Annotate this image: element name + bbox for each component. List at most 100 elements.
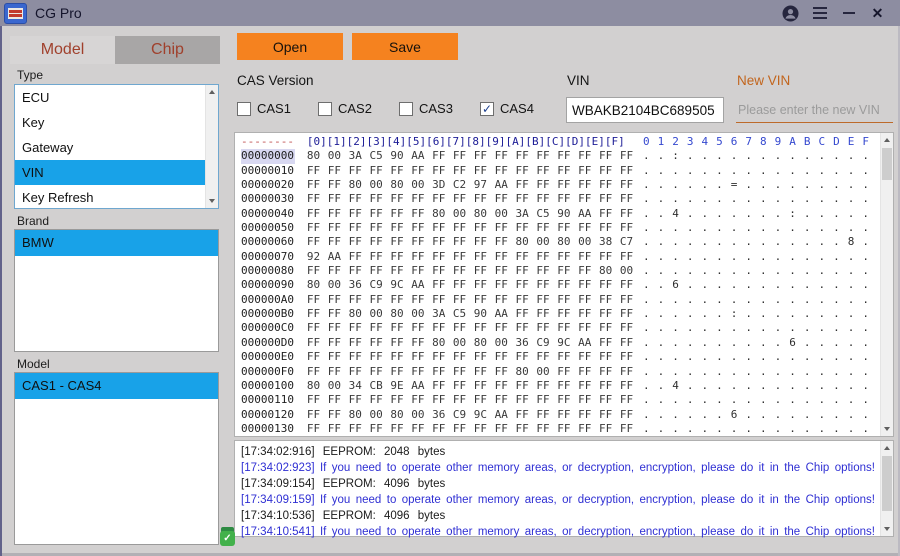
hex-bytes: FF FF FF FF FF FF FF FF FF FF FF FF FF F… <box>307 350 643 364</box>
hex-row[interactable]: 00000130 FF FF FF FF FF FF FF FF FF FF FF… <box>241 422 877 436</box>
hex-scroll-thumb[interactable] <box>882 148 892 180</box>
hex-ascii: ..:............. <box>643 149 877 163</box>
hex-address: -------- <box>241 135 295 149</box>
log-timestamp: [17:34:10:536] <box>241 510 315 522</box>
hex-ascii: ................ <box>643 164 877 178</box>
checkbox-cas3[interactable]: CAS3 <box>399 101 480 116</box>
checkbox-unchecked-icon[interactable] <box>237 102 251 116</box>
list-item-gateway[interactable]: Gateway <box>15 135 205 160</box>
hex-address: 00000130 <box>241 422 295 436</box>
hex-bytes: FF FF FF FF FF FF 80 00 80 00 36 C9 9C A… <box>307 336 643 350</box>
type-label: Type <box>17 68 43 82</box>
hex-row[interactable]: 0000009080 00 36 C9 9C AA FF FF FF FF FF… <box>241 278 877 292</box>
list-item-vin[interactable]: VIN <box>15 160 205 185</box>
hex-bytes: FF FF FF FF FF FF FF FF FF FF FF FF FF F… <box>307 422 643 436</box>
hex-row[interactable]: 00000030FF FF FF FF FF FF FF FF FF FF FF… <box>241 192 877 206</box>
checkbox-unchecked-icon[interactable] <box>399 102 413 116</box>
log-timestamp: [17:34:02:923] <box>241 462 315 474</box>
window-controls: ✕ <box>776 0 900 26</box>
titlebar: CG Pro ✕ <box>0 0 900 26</box>
hex-row[interactable]: 00000120FF FF 80 00 80 00 36 C9 9C AA FF… <box>241 408 877 422</box>
hex-ascii: ................ <box>643 350 877 364</box>
open-button[interactable]: Open <box>237 33 343 60</box>
scroll-down-icon[interactable] <box>206 194 218 208</box>
log-message: If you need to operate other memory area… <box>320 494 875 506</box>
hex-address: 000000B0 <box>241 307 295 321</box>
log-entry: [17:34:10:541] If you need to operate ot… <box>241 524 875 540</box>
list-item-bmw[interactable]: BMW <box>15 230 218 256</box>
log-message: EEPROM: 4096 bytes <box>323 478 446 490</box>
hex-address: 000000D0 <box>241 336 295 350</box>
list-item-key-refresh[interactable]: Key Refresh <box>15 185 205 209</box>
log-entry: [17:34:10:536] EEPROM: 4096 bytes <box>241 508 875 524</box>
checkbox-cas4[interactable]: ✓ CAS4 <box>480 101 561 116</box>
hex-row[interactable]: 000000B0FF FF 80 00 80 00 3A C5 90 AA FF… <box>241 307 877 321</box>
cas-version-label: CAS Version <box>237 73 314 88</box>
list-item-key[interactable]: Key <box>15 110 205 135</box>
hex-row[interactable]: 000000A0FF FF FF FF FF FF FF FF FF FF FF… <box>241 293 877 307</box>
hex-address: 00000110 <box>241 393 295 407</box>
hex-row[interactable]: 00000020 FF FF 80 00 80 00 3D C2 97 AA FF… <box>241 178 877 192</box>
log-entry: [17:34:09:154] EEPROM: 4096 bytes <box>241 476 875 492</box>
list-item-ecu[interactable]: ECU <box>15 85 205 110</box>
type-list-scrollbar[interactable] <box>205 85 218 208</box>
save-button[interactable]: Save <box>352 33 458 60</box>
log-scrollbar[interactable] <box>880 441 893 536</box>
hex-row[interactable]: 00000050FF FF FF FF FF FF FF FF FF FF FF… <box>241 221 877 235</box>
hex-address: 00000050 <box>241 221 295 235</box>
menu-icon[interactable] <box>805 0 834 26</box>
hex-row[interactable]: 00000080FF FF FF FF FF FF FF FF FF FF FF… <box>241 264 877 278</box>
hex-ascii: ................ <box>643 221 877 235</box>
hex-row[interactable]: 00000060FF FF FF FF FF FF FF FF FF FF 80… <box>241 235 877 249</box>
hex-row[interactable]: 00000010FF FF FF FF FF FF FF FF FF FF FF… <box>241 164 877 178</box>
vin-label: VIN <box>567 73 590 88</box>
vin-input[interactable] <box>566 97 724 123</box>
hex-address: 00000070 <box>241 250 295 264</box>
hex-row[interactable]: 0000010080 00 34 CB 9E AA FF FF FF FF FF… <box>241 379 877 393</box>
checkbox-checked-icon[interactable]: ✓ <box>480 102 494 116</box>
checkbox-cas1[interactable]: CAS1 <box>237 101 318 116</box>
hex-row[interactable]: 0000000080 00 3A C5 90 AA FF FF FF FF FF… <box>241 149 877 163</box>
hex-ascii: ..4.......:..... <box>643 207 877 221</box>
hex-row[interactable]: 00000040FF FF FF FF FF FF 80 00 80 00 3A… <box>241 207 877 221</box>
hex-bytes: 92 AA FF FF FF FF FF FF FF FF FF FF FF F… <box>307 250 643 264</box>
hex-address: 000000C0 <box>241 321 295 335</box>
hex-bytes: FF FF FF FF FF FF FF FF FF FF FF FF FF F… <box>307 264 643 278</box>
new-vin-input[interactable] <box>736 97 893 123</box>
checkbox-cas2[interactable]: CAS2 <box>318 101 399 116</box>
hex-ascii: 0123456789ABCDEF <box>643 135 877 149</box>
minimize-button[interactable] <box>834 0 863 26</box>
hex-ascii: ................ <box>643 393 877 407</box>
account-icon[interactable] <box>776 0 805 26</box>
checkbox-unchecked-icon[interactable] <box>318 102 332 116</box>
sidebar-tabs: Model Chip <box>10 36 220 64</box>
hex-row[interactable]: 000000C0FF FF FF FF FF FF FF FF FF FF FF… <box>241 321 877 335</box>
scroll-down-icon[interactable] <box>881 522 893 536</box>
hex-bytes: 80 00 3A C5 90 AA FF FF FF FF FF FF FF F… <box>307 149 643 163</box>
hex-bytes: FF FF FF FF FF FF FF FF FF FF FF FF FF F… <box>307 393 643 407</box>
scroll-up-icon[interactable] <box>206 85 218 99</box>
hex-row[interactable]: 00000110 FF FF FF FF FF FF FF FF FF FF FF… <box>241 393 877 407</box>
hex-ascii: ......=......... <box>643 178 877 192</box>
tab-model[interactable]: Model <box>10 36 115 64</box>
hex-row[interactable]: 00000070 92 AA FF FF FF FF FF FF FF FF FF… <box>241 250 877 264</box>
hex-address: 00000020 <box>241 178 295 192</box>
list-item-cas1-cas4[interactable]: CAS1 - CAS4 <box>15 373 218 399</box>
window-title: CG Pro <box>35 5 82 21</box>
hex-bytes: FF FF 80 00 80 00 3D C2 97 AA FF FF FF F… <box>307 178 643 192</box>
scroll-up-icon[interactable] <box>881 441 893 455</box>
hex-scrollbar[interactable] <box>880 133 893 436</box>
hex-header-row: --------[0][1][2][3][4][5][6][7][8][9][A… <box>241 135 877 149</box>
hex-row[interactable]: 000000E0FF FF FF FF FF FF FF FF FF FF FF… <box>241 350 877 364</box>
hex-row[interactable]: 000000F0FF FF FF FF FF FF FF FF FF FF 80… <box>241 365 877 379</box>
log-scroll-thumb[interactable] <box>882 456 892 511</box>
tab-chip[interactable]: Chip <box>115 36 220 64</box>
hex-ascii: ................ <box>643 321 877 335</box>
scroll-down-icon[interactable] <box>881 422 893 436</box>
close-button[interactable]: ✕ <box>863 0 892 26</box>
checkbox-label: CAS4 <box>500 101 534 116</box>
hex-row[interactable]: 000000D0 FF FF FF FF FF FF 80 00 80 00 36… <box>241 336 877 350</box>
scroll-up-icon[interactable] <box>881 133 893 147</box>
log-timestamp: [17:34:09:154] <box>241 478 315 490</box>
hex-ascii: ................ <box>643 293 877 307</box>
